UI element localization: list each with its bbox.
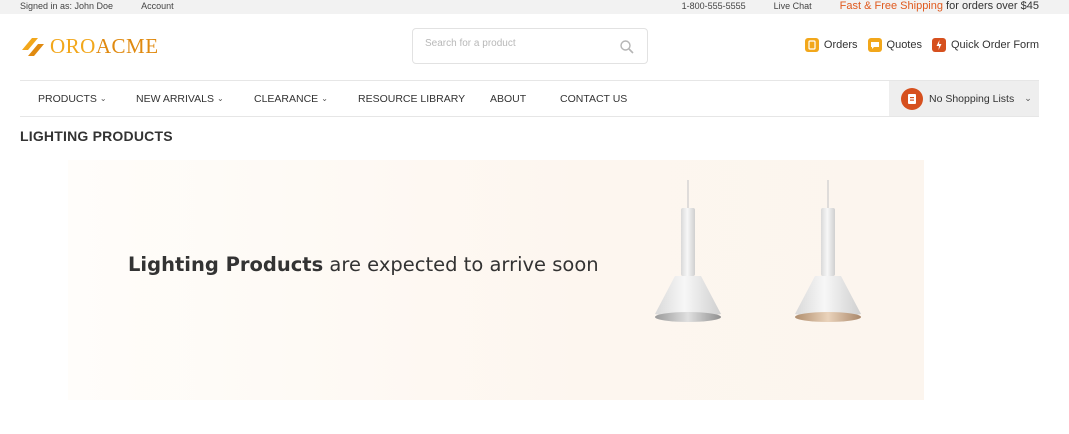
shopping-list-icon — [901, 87, 923, 110]
orders-label: Orders — [823, 39, 858, 51]
quick-order-form-link[interactable]: Quick Order Form — [931, 38, 1039, 52]
chevron-down-icon: ⌄ — [321, 94, 328, 103]
nav-item-about[interactable]: ABOUT — [490, 93, 560, 105]
top-utility-bar: Signed in as: John Doe Account 1-800-555… — [0, 0, 1069, 14]
nav-item-clearance[interactable]: CLEARANCE ⌄ — [254, 93, 358, 105]
product-search[interactable] — [412, 28, 648, 64]
banner-message: Lighting Products are expected to arrive… — [128, 253, 599, 276]
nav-item-resource-library[interactable]: RESOURCE LIBRARY — [358, 93, 490, 105]
quotes-icon — [867, 38, 882, 52]
page-title: LIGHTING PRODUCTS — [20, 128, 173, 144]
nav-item-label: PRODUCTS — [38, 92, 97, 105]
site-header: OROACME Orders Quotes Quick — [0, 14, 1069, 80]
live-chat-link[interactable]: Live Chat — [774, 1, 812, 11]
logo-acme: ACME — [95, 34, 159, 58]
promo-rest: for orders over $45 — [943, 0, 1039, 12]
nav-item-label: CLEARANCE — [254, 92, 319, 105]
shopping-lists-dropdown[interactable]: No Shopping Lists ⌄ — [889, 81, 1039, 116]
phone-number[interactable]: 1-800-555-5555 — [682, 1, 746, 11]
topbar-left: Signed in as: John Doe Account — [20, 1, 174, 11]
orders-icon — [804, 38, 819, 52]
header-quick-links: Orders Quotes Quick Order Form — [804, 38, 1039, 52]
search-input[interactable] — [425, 38, 605, 49]
account-link[interactable]: Account — [141, 1, 174, 11]
pendant-lamps-image — [655, 180, 861, 322]
topbar-right: 1-800-555-5555 Live Chat Fast & Free Shi… — [682, 0, 1039, 12]
signed-in-text: Signed in as: John Doe — [20, 1, 114, 11]
banner-message-bold: Lighting Products — [128, 253, 324, 276]
nav-item-contact-us[interactable]: CONTACT US — [560, 93, 650, 105]
nav-item-label: ABOUT — [490, 92, 527, 105]
logo-oro: ORO — [50, 34, 96, 58]
logo-mark-icon — [20, 36, 46, 58]
nav-item-label: NEW ARRIVALS — [136, 92, 214, 105]
shipping-promo: Fast & Free Shipping for orders over $45 — [840, 0, 1039, 12]
chevron-down-icon: ⌄ — [1024, 93, 1032, 103]
quotes-label: Quotes — [886, 39, 922, 51]
category-banner: Lighting Products are expected to arrive… — [68, 160, 924, 400]
chevron-down-icon: ⌄ — [99, 94, 107, 103]
nav-item-label: RESOURCE LIBRARY — [358, 92, 466, 105]
quick-order-icon — [931, 38, 946, 52]
promo-highlight[interactable]: Fast & Free Shipping — [840, 0, 943, 12]
chevron-down-icon: ⌄ — [217, 94, 224, 103]
shopping-list-label: No Shopping Lists — [929, 92, 1015, 105]
oroacme-logo[interactable]: OROACME — [20, 34, 159, 59]
orders-link[interactable]: Orders — [804, 38, 858, 52]
logo-text: OROACME — [50, 34, 159, 59]
main-navigation: PRODUCTS ⌄ NEW ARRIVALS ⌄ CLEARANCE ⌄ RESOU… — [20, 80, 1039, 117]
quick-order-label: Quick Order Form — [950, 39, 1039, 51]
nav-menu: PRODUCTS ⌄ NEW ARRIVALS ⌄ CLEARANCE ⌄ RESOU… — [38, 81, 650, 116]
banner-message-rest: are expected to arrive soon — [323, 253, 599, 276]
nav-item-products[interactable]: PRODUCTS ⌄ — [38, 93, 136, 105]
search-icon[interactable] — [619, 39, 635, 55]
nav-item-new-arrivals[interactable]: NEW ARRIVALS ⌄ — [136, 93, 254, 105]
nav-item-label: CONTACT US — [560, 92, 628, 105]
quotes-link[interactable]: Quotes — [867, 38, 922, 52]
